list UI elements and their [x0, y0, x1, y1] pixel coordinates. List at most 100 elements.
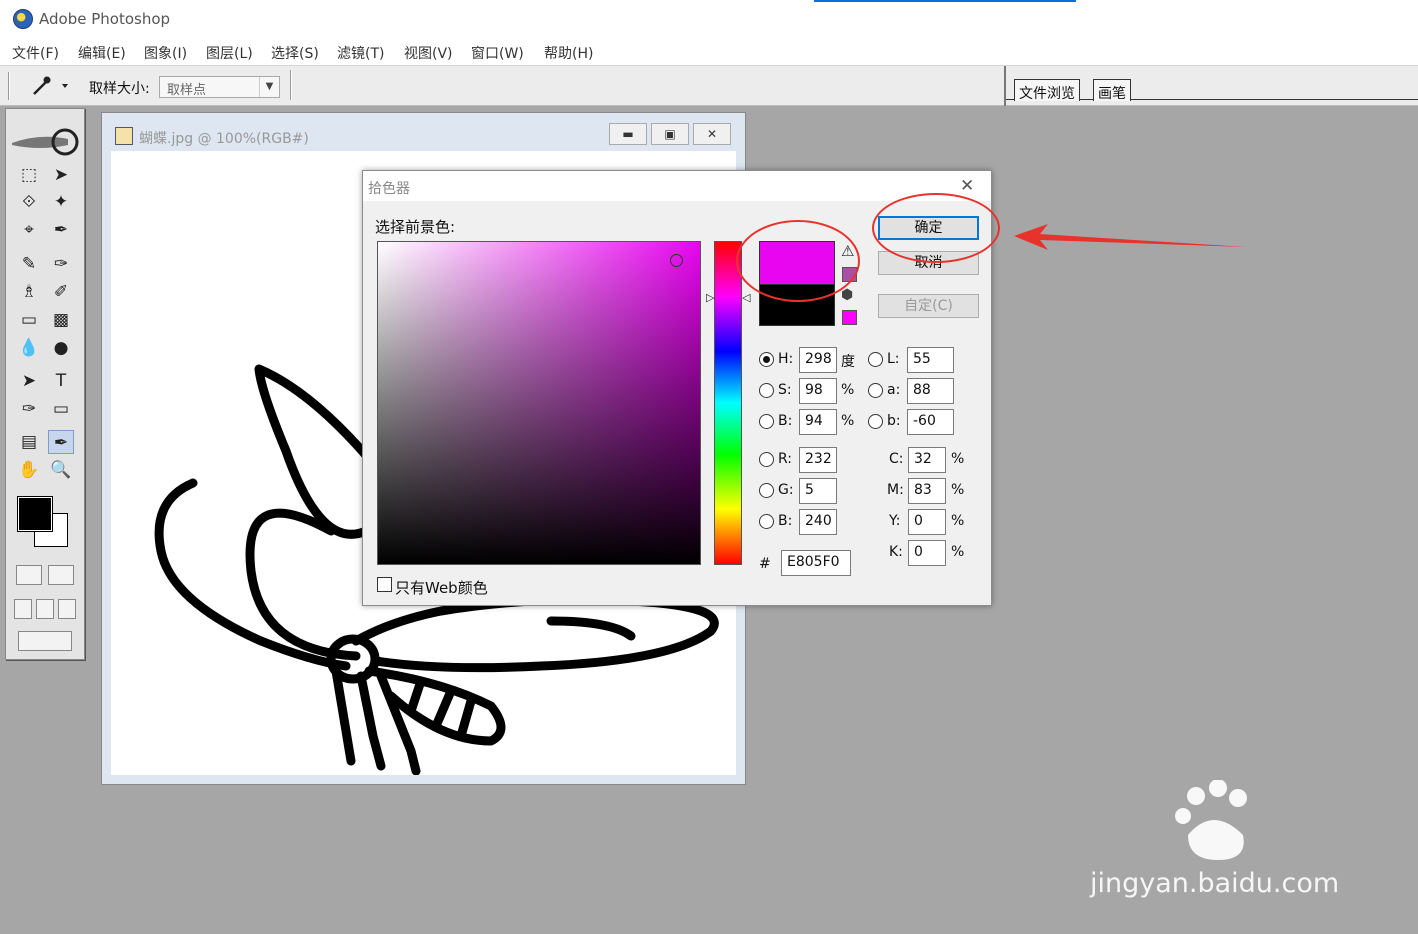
radio-red[interactable]	[759, 452, 774, 467]
pen-icon[interactable]: ✑	[16, 397, 42, 421]
hand-icon[interactable]: ✋	[16, 458, 42, 482]
dialog-titlebar[interactable]: 拾色器 ✕	[363, 171, 991, 201]
sample-size-value: 取样点	[167, 83, 207, 98]
close-icon[interactable]: ✕	[960, 176, 974, 196]
radio-blue[interactable]	[759, 514, 774, 529]
green-field[interactable]: 5	[799, 478, 837, 504]
stamp-icon[interactable]: ♗	[16, 280, 42, 304]
type-icon[interactable]: T	[48, 369, 74, 393]
blue-field[interactable]: 240	[799, 509, 837, 535]
magenta-label: M:	[887, 482, 904, 498]
custom-button[interactable]: 自定(C)	[878, 294, 979, 318]
menu-layer[interactable]: 图层(L)	[206, 43, 253, 63]
radio-b[interactable]	[868, 414, 883, 429]
black-field[interactable]: 0	[908, 540, 946, 566]
standard-mode-icon[interactable]	[16, 565, 42, 585]
eyedropper-icon	[33, 76, 68, 95]
cyan-field[interactable]: 32	[908, 447, 946, 473]
dialog-caption: 选择前景色:	[375, 218, 456, 236]
screen-mode-menu-icon[interactable]	[36, 599, 54, 619]
marquee-icon[interactable]: ⬚	[16, 163, 42, 187]
yellow-label: Y:	[889, 513, 901, 529]
brightness-field[interactable]: 94	[799, 409, 837, 435]
hex-field[interactable]: E805F0	[781, 550, 851, 576]
radio-hue[interactable]	[759, 352, 774, 367]
toolbox: ⬚ ➤ ⟐ ✦ ⌖ ✒ ✎ ✑ ♗ ✐ ▭ ▩ 💧 ● ➤ T ✑ ▭ ▤ ✒ …	[5, 108, 85, 660]
gradient-icon[interactable]: ▩	[48, 308, 74, 332]
yellow-field[interactable]: 0	[908, 509, 946, 535]
web-safe-cube-icon[interactable]: ⬢	[841, 287, 853, 303]
path-select-icon[interactable]: ➤	[16, 369, 42, 393]
hue-slider-left-arrow-icon[interactable]: ▷	[706, 291, 714, 304]
crop-icon[interactable]: ⌖	[16, 218, 42, 242]
toolbox-header-logo[interactable]	[10, 125, 80, 157]
document-icon	[115, 127, 133, 145]
slice-icon[interactable]: ✒	[48, 218, 74, 242]
eyedropper-tool-icon[interactable]: ✒	[48, 430, 74, 454]
b-field[interactable]: -60	[907, 409, 954, 435]
saturation-field[interactable]: 98	[799, 378, 837, 404]
brightness-label: B:	[778, 413, 793, 429]
foreground-color-swatch[interactable]	[17, 496, 53, 532]
radio-saturation[interactable]	[759, 383, 774, 398]
screen-mode-standard-icon[interactable]	[14, 599, 32, 619]
blur-icon[interactable]: 💧	[16, 336, 42, 360]
red-label: R:	[778, 451, 793, 467]
color-field-marker[interactable]	[670, 254, 683, 267]
dialog-title: 拾色器	[368, 181, 410, 197]
radio-green[interactable]	[759, 483, 774, 498]
minimize-icon[interactable]: ▬	[609, 123, 647, 145]
radio-lightness[interactable]	[868, 352, 883, 367]
screen-mode-full-icon[interactable]	[58, 599, 76, 619]
quick-mask-icon[interactable]	[48, 565, 74, 585]
brush-icon[interactable]: ✑	[48, 252, 74, 276]
lasso-icon[interactable]: ⟐	[16, 190, 42, 214]
history-brush-icon[interactable]: ✐	[48, 280, 74, 304]
radio-a[interactable]	[868, 383, 883, 398]
black-unit: %	[951, 544, 965, 560]
menu-image[interactable]: 图象(I)	[144, 43, 187, 63]
menu-edit[interactable]: 编辑(E)	[78, 43, 126, 63]
restore-icon[interactable]: ▣	[651, 123, 689, 145]
menu-file[interactable]: 文件(F)	[12, 43, 59, 63]
radio-brightness[interactable]	[759, 414, 774, 429]
blue-label: B:	[778, 513, 793, 529]
menu-select[interactable]: 选择(S)	[271, 43, 319, 63]
menu-view[interactable]: 视图(V)	[404, 43, 453, 63]
sample-size-select[interactable]: 取样点 ▼	[159, 76, 280, 98]
notes-icon[interactable]: ▤	[16, 430, 42, 454]
web-only-label: 只有Web颜色	[395, 579, 488, 597]
menu-window[interactable]: 窗口(W)	[471, 43, 524, 63]
tab-file-browser[interactable]: 文件浏览	[1014, 79, 1080, 102]
eraser-icon[interactable]: ▭	[16, 308, 42, 332]
shape-icon[interactable]: ▭	[48, 397, 74, 421]
tab-brushes[interactable]: 画笔	[1093, 79, 1131, 102]
saturation-label: S:	[778, 382, 792, 398]
color-field[interactable]	[377, 241, 701, 565]
hue-slider-right-arrow-icon[interactable]: ◁	[742, 291, 750, 304]
options-bar: 取样大小: 取样点 ▼ 文件浏览 画笔	[0, 66, 1418, 106]
hue-slider[interactable]	[714, 241, 742, 565]
web-safe-swatch[interactable]	[842, 310, 857, 325]
close-icon[interactable]: ✕	[693, 123, 731, 145]
hue-field[interactable]: 298	[799, 347, 837, 373]
magenta-field[interactable]: 83	[908, 478, 946, 504]
red-field[interactable]: 232	[799, 447, 837, 473]
healing-icon[interactable]: ✎	[16, 252, 42, 276]
options-grip[interactable]	[8, 72, 10, 100]
web-only-checkbox[interactable]	[377, 577, 392, 592]
menu-filter[interactable]: 滤镜(T)	[337, 43, 384, 63]
lightness-field[interactable]: 55	[907, 347, 954, 373]
jump-to-imageready-icon[interactable]	[18, 631, 72, 651]
zoom-icon[interactable]: 🔍	[48, 458, 74, 482]
menu-help[interactable]: 帮助(H)	[544, 43, 593, 63]
move-icon[interactable]: ➤	[48, 163, 74, 187]
photoshop-eye-icon	[13, 9, 33, 29]
magic-wand-icon[interactable]: ✦	[48, 190, 74, 214]
document-titlebar[interactable]: 蝴蝶.jpg @ 100%(RGB#) ▬ ▣ ✕	[102, 113, 745, 151]
dodge-icon[interactable]: ●	[48, 336, 74, 360]
tool-preset-picker[interactable]	[30, 75, 70, 97]
a-field[interactable]: 88	[907, 378, 954, 404]
hue-unit: 度	[841, 354, 855, 370]
cyan-unit: %	[951, 451, 965, 467]
